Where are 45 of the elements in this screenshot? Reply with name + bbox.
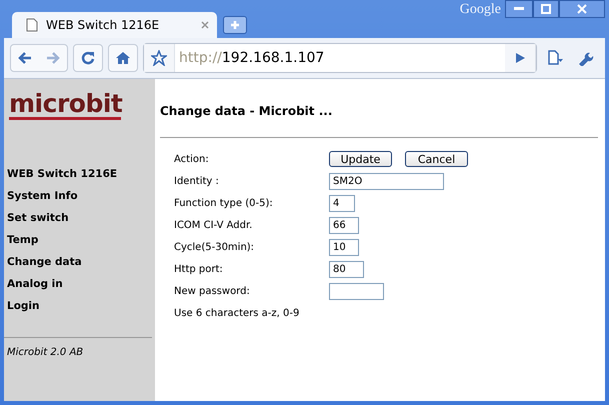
back-icon[interactable] [17, 50, 33, 66]
page-title: Change data - Microbit ... [160, 104, 334, 118]
field-label: Http port: [174, 264, 224, 274]
home-icon[interactable] [115, 50, 131, 66]
input-field[interactable]: 10 [329, 238, 359, 256]
input-field[interactable] [329, 282, 384, 300]
field-label: ICOM CI-V Addr. [174, 220, 254, 230]
field-label: Action: [174, 154, 210, 164]
plus-icon [230, 20, 240, 30]
input-field[interactable]: SM2O [329, 172, 444, 190]
reload-icon[interactable] [80, 50, 96, 66]
nav-link[interactable]: Login [4, 295, 155, 317]
field-label: Function type (0-5): [174, 198, 274, 208]
close-icon[interactable] [201, 21, 209, 29]
close-button[interactable] [559, 0, 605, 18]
input-field[interactable]: 4 [329, 194, 355, 212]
field-label: Identity : [174, 176, 220, 186]
nav-link[interactable]: Temp [4, 229, 155, 251]
nav-link[interactable]: WEB Switch 1216E [4, 163, 155, 185]
minimize-icon [514, 7, 524, 11]
field-label: Cycle(5-30min): [174, 242, 256, 252]
nav-link[interactable]: System Info [4, 185, 155, 207]
url-text: http://192.168.1.107 [178, 50, 326, 66]
close-icon [577, 4, 587, 14]
action-button[interactable]: Cancel [405, 151, 468, 167]
new-tab-button[interactable] [223, 16, 247, 34]
tab-title: WEB Switch 1216E [46, 18, 160, 32]
nav-link[interactable]: Set switch [4, 207, 155, 229]
brand-label: Google [460, 2, 501, 18]
hint-text: Use 6 characters a-z, 0-9 [174, 308, 300, 318]
field-label: New password: [174, 286, 251, 296]
input-field[interactable]: 80 [329, 260, 364, 278]
address-bar[interactable]: http://192.168.1.107 [143, 43, 537, 73]
footer-text: Microbit 2.0 AB [6, 346, 84, 358]
minimize-button[interactable] [505, 0, 533, 18]
input-field[interactable]: 66 [329, 216, 359, 234]
microbit-logo: microbit [9, 91, 121, 120]
browser-tab[interactable]: WEB Switch 1216E [12, 12, 217, 38]
star-icon[interactable] [151, 50, 167, 66]
page-icon [26, 18, 38, 32]
maximize-icon [541, 4, 551, 14]
maximize-button[interactable] [533, 0, 559, 18]
action-button[interactable]: Update [329, 151, 392, 167]
nav-link[interactable]: Analog in [4, 273, 155, 295]
nav-link[interactable]: Change data [4, 251, 155, 273]
